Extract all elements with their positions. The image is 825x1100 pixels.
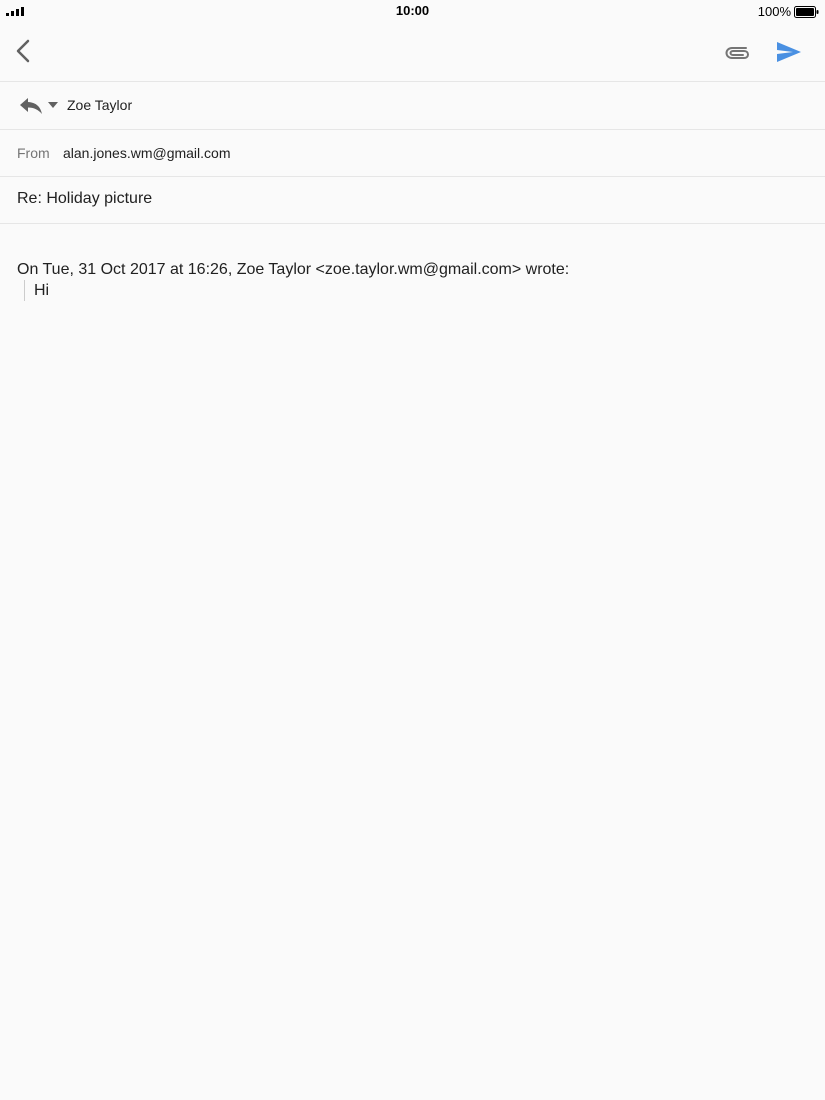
- subject-field[interactable]: Re: Holiday picture: [17, 190, 152, 208]
- back-icon[interactable]: [10, 36, 38, 66]
- status-time: 10:00: [395, 3, 430, 18]
- compose-toolbar: [0, 22, 825, 82]
- reply-icon[interactable]: [18, 95, 44, 115]
- quoted-text: Hi: [34, 282, 50, 299]
- subject-row[interactable]: Re: Holiday picture: [0, 177, 825, 224]
- attachment-icon[interactable]: [722, 38, 752, 66]
- status-bar: 10:00 100%: [0, 0, 825, 22]
- from-label: From: [17, 145, 50, 161]
- from-row[interactable]: From alan.jones.wm@gmail.com: [0, 130, 825, 177]
- quote-header: On Tue, 31 Oct 2017 at 16:26, Zoe Taylor…: [17, 261, 570, 278]
- message-body[interactable]: On Tue, 31 Oct 2017 at 16:26, Zoe Taylor…: [0, 224, 825, 1100]
- battery-percent: 100%: [757, 4, 791, 19]
- recipient-row: Zoe Taylor: [0, 82, 825, 130]
- chevron-down-icon[interactable]: [47, 101, 59, 109]
- battery-icon: [794, 5, 819, 18]
- battery-indicator: 100%: [758, 4, 819, 19]
- to-recipient[interactable]: Zoe Taylor: [67, 97, 132, 113]
- from-field[interactable]: alan.jones.wm@gmail.com: [63, 145, 231, 161]
- send-icon[interactable]: [774, 37, 804, 67]
- quoted-message: Hi: [24, 280, 49, 301]
